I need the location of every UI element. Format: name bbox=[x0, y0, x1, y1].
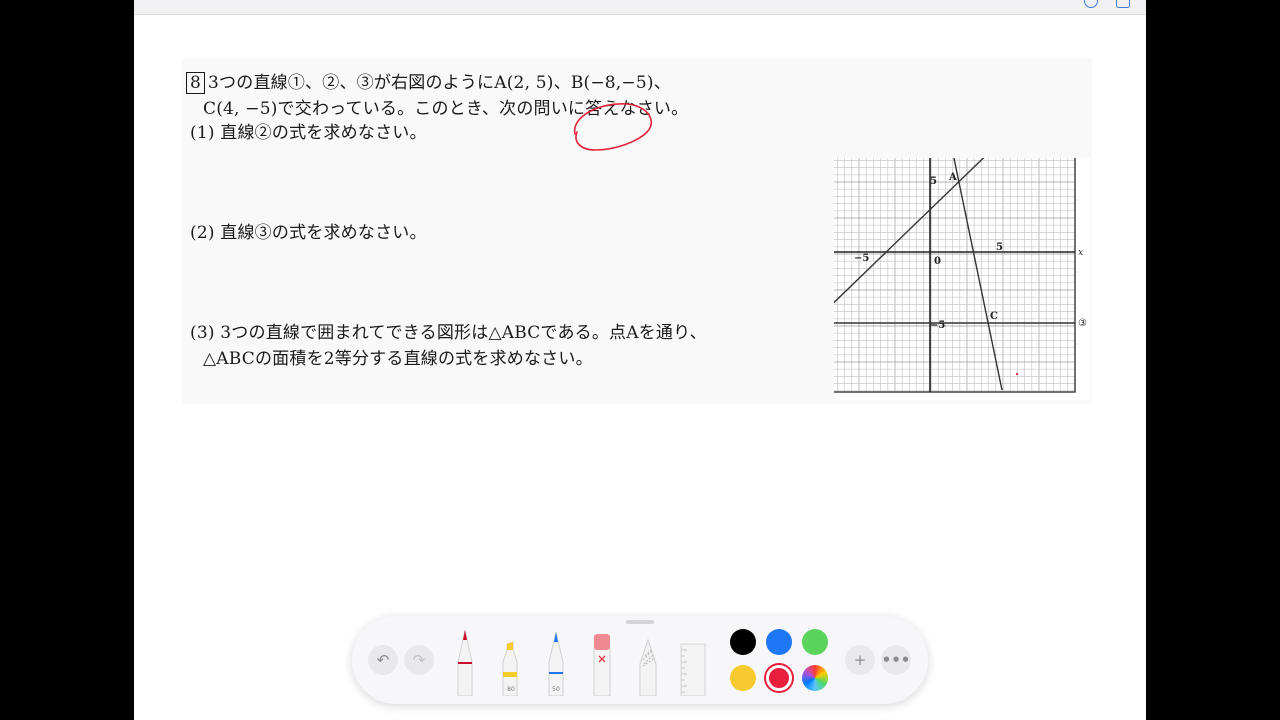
ruler-icon bbox=[680, 643, 706, 696]
document-page: 8 3つの直線①、②、③が右図のようにA(2, 5)、B(−8,−5)、 C(4,… bbox=[134, 0, 1146, 720]
toolbar-drag-handle[interactable] bbox=[626, 620, 654, 624]
x-tick-neg5: −5 bbox=[854, 253, 869, 264]
origin-label: 0 bbox=[934, 256, 941, 267]
problem-number: 8 bbox=[186, 72, 206, 94]
x-tick-5: 5 bbox=[996, 242, 1003, 253]
redo-icon: ↷ bbox=[412, 651, 426, 669]
color-swatch-red-selected[interactable] bbox=[766, 665, 792, 691]
point-c-label: C bbox=[990, 311, 998, 322]
question-2: (2) 直線③の式を求めなさい。 bbox=[190, 223, 427, 243]
color-swatch-blue[interactable] bbox=[766, 629, 792, 655]
red-ink-dot bbox=[1015, 372, 1019, 376]
question-1: (1) 直線②の式を求めなさい。 bbox=[190, 123, 427, 143]
problem-intro-line-1: 8 3つの直線①、②、③が右図のようにA(2, 5)、B(−8,−5)、 bbox=[186, 68, 671, 94]
markup-toolbar: ↶ ↷ 80 50 + ••• bbox=[352, 616, 928, 704]
question-3-line-2: △ABCの面積を2等分する直線の式を求めなさい。 bbox=[203, 349, 593, 369]
y-tick-neg5: −5 bbox=[930, 320, 945, 331]
top-bar bbox=[134, 0, 1146, 15]
info-icon[interactable] bbox=[1084, 0, 1098, 8]
redo-button[interactable]: ↷ bbox=[404, 645, 434, 675]
pen-tool-button[interactable] bbox=[453, 626, 477, 696]
lasso-tool-button[interactable] bbox=[636, 626, 660, 696]
pencil-size-label: 50 bbox=[552, 686, 560, 693]
color-swatch-green[interactable] bbox=[802, 629, 828, 655]
color-swatch-black[interactable] bbox=[730, 629, 756, 655]
lasso-icon bbox=[639, 638, 657, 696]
ruler-tool-button[interactable] bbox=[679, 626, 707, 696]
eraser-icon bbox=[593, 634, 611, 696]
worksheet-image: 8 3つの直線①、②、③が右図のようにA(2, 5)、B(−8,−5)、 C(4,… bbox=[182, 58, 1092, 404]
pen-icon bbox=[457, 629, 473, 696]
line-3-label: ③ bbox=[1078, 318, 1087, 329]
more-options-button[interactable]: ••• bbox=[881, 645, 911, 675]
y-tick-5: 5 bbox=[930, 176, 937, 187]
problem-intro-text: 3つの直線①、②、③が右図のようにA(2, 5)、B(−8,−5)、 bbox=[208, 73, 671, 93]
color-wheel-icon[interactable] bbox=[802, 665, 828, 691]
share-icon[interactable] bbox=[1116, 0, 1130, 8]
add-button[interactable]: + bbox=[845, 645, 875, 675]
coordinate-graph: x y 0 5 −5 5 −5 ① ② ③ A B C bbox=[834, 158, 1090, 400]
undo-icon: ↶ bbox=[376, 651, 390, 669]
color-swatch-yellow[interactable] bbox=[730, 665, 756, 691]
eraser-tool-button[interactable] bbox=[590, 626, 614, 696]
point-a-label: A bbox=[948, 172, 957, 183]
question-3-line-1: (3) 3つの直線で囲まれてできる図形は△ABCである。点Aを通り、 bbox=[190, 323, 707, 343]
undo-button[interactable]: ↶ bbox=[368, 645, 398, 675]
x-axis-label: x bbox=[1078, 248, 1083, 258]
highlighter-size-label: 80 bbox=[507, 686, 515, 693]
red-ink-annotation bbox=[574, 103, 652, 151]
